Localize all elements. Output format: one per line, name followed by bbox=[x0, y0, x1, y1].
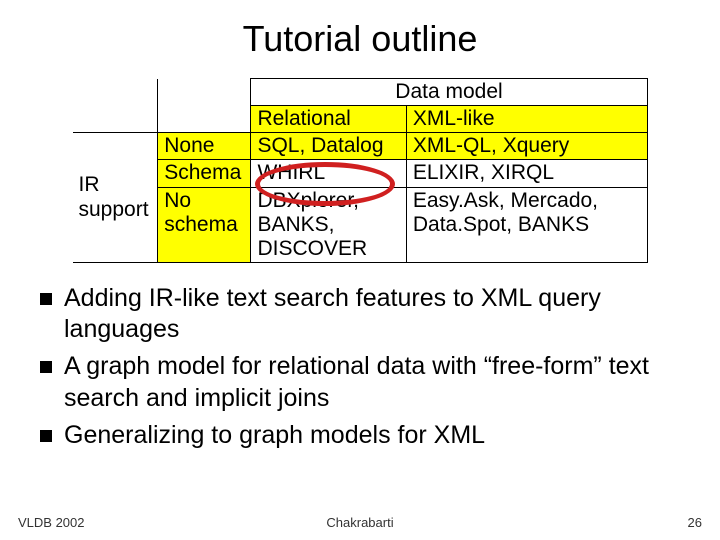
bullet-text: Generalizing to graph models for XML bbox=[64, 420, 485, 451]
list-item: Adding IR-like text search features to X… bbox=[40, 283, 682, 346]
table-row: Data model bbox=[73, 79, 648, 106]
blank-cell bbox=[73, 79, 158, 133]
cell-schema-xml: ELIXIR, XIRQL bbox=[406, 160, 647, 187]
bullet-square-icon bbox=[40, 293, 52, 305]
table-row: Schema WHIRL ELIXIR, XIRQL bbox=[73, 160, 648, 187]
list-item: Generalizing to graph models for XML bbox=[40, 420, 682, 451]
page-title: Tutorial outline bbox=[30, 18, 690, 60]
bullet-square-icon bbox=[40, 430, 52, 442]
bullet-list: Adding IR-like text search features to X… bbox=[30, 283, 690, 451]
table-container: Data model Relational XML-like IR suppor… bbox=[73, 78, 648, 263]
data-model-header: Data model bbox=[251, 79, 647, 106]
cell-none-rel: SQL, Datalog bbox=[251, 133, 406, 160]
bullet-text: A graph model for relational data with “… bbox=[64, 351, 682, 414]
footer-right: 26 bbox=[688, 515, 702, 530]
table-row: No schema DBXplorer, BANKS, DISCOVER Eas… bbox=[73, 187, 648, 262]
cell-noschema-label: No schema bbox=[158, 187, 251, 262]
table-row: IR support None SQL, Datalog XML-QL, Xqu… bbox=[73, 133, 648, 160]
slide: Tutorial outline Data model Relational X… bbox=[0, 0, 720, 540]
cell-noschema-xml: Easy.Ask, Mercado, Data.Spot, BANKS bbox=[406, 187, 647, 262]
cell-none-xml: XML-QL, Xquery bbox=[406, 133, 647, 160]
ir-support-label: IR support bbox=[73, 133, 158, 263]
cell-none-label: None bbox=[158, 133, 251, 160]
outline-table: Data model Relational XML-like IR suppor… bbox=[73, 78, 648, 263]
bullet-text: Adding IR-like text search features to X… bbox=[64, 283, 682, 346]
cell-schema-label: Schema bbox=[158, 160, 251, 187]
cell-schema-rel: WHIRL bbox=[251, 160, 406, 187]
list-item: A graph model for relational data with “… bbox=[40, 351, 682, 414]
blank-cell bbox=[158, 79, 251, 133]
footer-center: Chakrabarti bbox=[0, 515, 720, 530]
col-relational: Relational bbox=[251, 106, 406, 133]
cell-noschema-rel: DBXplorer, BANKS, DISCOVER bbox=[251, 187, 406, 262]
col-xml-like: XML-like bbox=[406, 106, 647, 133]
bullet-square-icon bbox=[40, 361, 52, 373]
